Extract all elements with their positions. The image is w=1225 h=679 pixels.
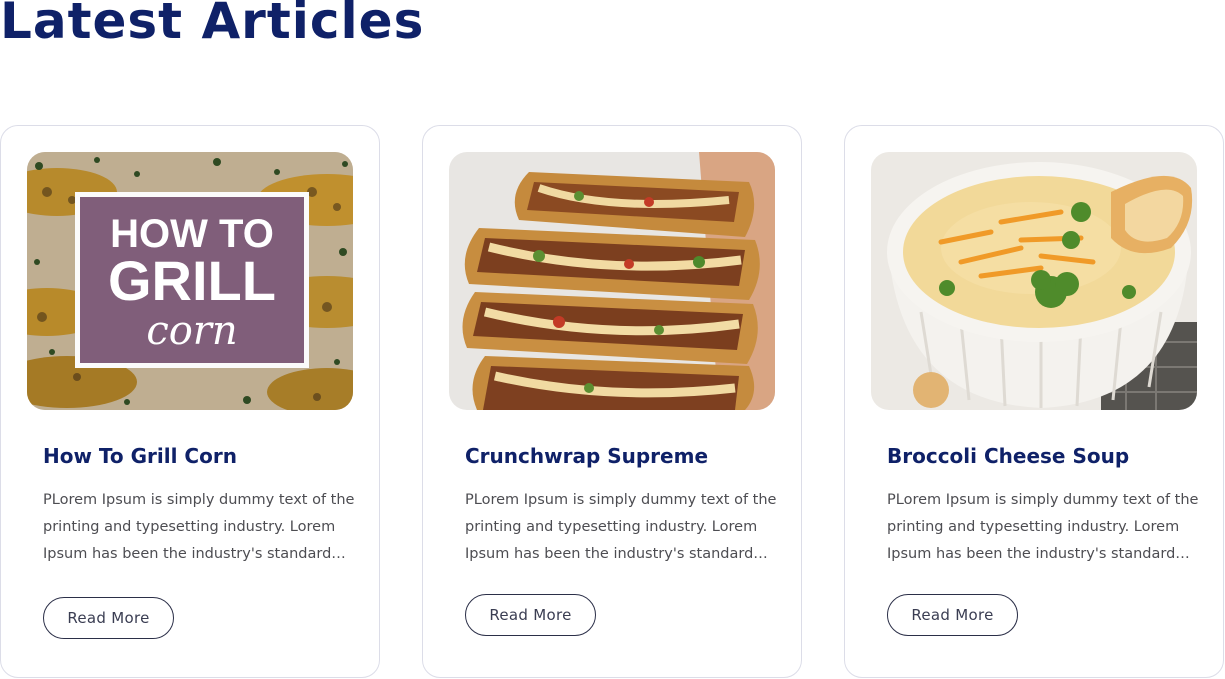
article-cards: HOW TO GRILL corn How To Grill Corn PLor… [0, 125, 1225, 679]
article-title[interactable]: Broccoli Cheese Soup [887, 444, 1129, 468]
excerpt-line: PLorem Ipsum is simply dummy text of the [465, 492, 777, 508]
overlay-line-2: GRILL [108, 249, 276, 312]
read-more-button[interactable]: Read More [43, 597, 174, 639]
article-image-crunchwrap[interactable] [449, 152, 775, 410]
article-image-broccoli-soup[interactable] [871, 152, 1197, 410]
broccoli-soup-illustration [871, 152, 1197, 410]
article-excerpt: PLorem Ipsum is simply dummy text of the… [887, 487, 1199, 568]
excerpt-line: Ipsum has been the industry's standard… [887, 546, 1190, 562]
excerpt-line: Ipsum has been the industry's standard… [43, 546, 346, 562]
grilled-corn-illustration: HOW TO GRILL corn [27, 152, 353, 410]
article-excerpt: PLorem Ipsum is simply dummy text of the… [43, 487, 355, 568]
read-more-button[interactable]: Read More [465, 594, 596, 636]
excerpt-line: PLorem Ipsum is simply dummy text of the [43, 492, 355, 508]
crunchwrap-illustration [449, 152, 775, 410]
excerpt-line: printing and typesetting industry. Lorem [43, 519, 336, 535]
article-image-grilled-corn[interactable]: HOW TO GRILL corn [27, 152, 353, 410]
read-more-button[interactable]: Read More [887, 594, 1018, 636]
excerpt-line: printing and typesetting industry. Lorem [465, 519, 758, 535]
excerpt-line: PLorem Ipsum is simply dummy text of the [887, 492, 1199, 508]
article-title[interactable]: How To Grill Corn [43, 444, 237, 468]
overlay-line-3: corn [146, 308, 237, 354]
excerpt-line: Ipsum has been the industry's standard… [465, 546, 768, 562]
section-title: Latest Articles [0, 0, 425, 50]
article-card: Broccoli Cheese Soup PLorem Ipsum is sim… [844, 125, 1224, 678]
article-card: Crunchwrap Supreme PLorem Ipsum is simpl… [422, 125, 802, 678]
article-card: HOW TO GRILL corn How To Grill Corn PLor… [0, 125, 380, 678]
article-excerpt: PLorem Ipsum is simply dummy text of the… [465, 487, 777, 568]
excerpt-line: printing and typesetting industry. Lorem [887, 519, 1180, 535]
article-title[interactable]: Crunchwrap Supreme [465, 444, 708, 468]
